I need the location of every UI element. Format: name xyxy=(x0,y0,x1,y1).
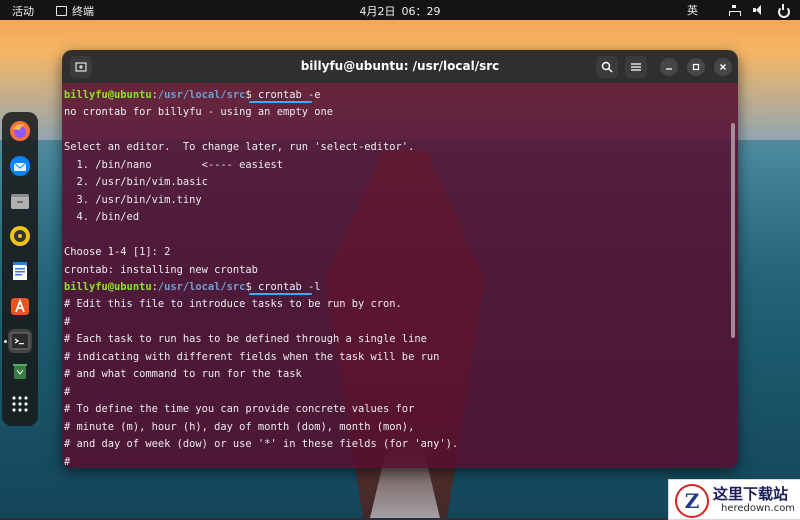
output-line: 2. /usr/bin/vim.basic xyxy=(64,176,208,188)
prompt-line-2: billyfu@ubuntu:/usr/local/src$ crontab -… xyxy=(64,280,321,294)
terminal-scrollbar[interactable] xyxy=(731,123,735,338)
output-line: Choose 1-4 [1]: 2 xyxy=(64,246,171,258)
prompt-user: billyfu@ubuntu xyxy=(64,281,152,293)
maximize-button[interactable] xyxy=(687,58,705,76)
input-method-indicator[interactable]: 英 xyxy=(687,2,698,18)
terminal-headerbar: billyfu@ubuntu: /usr/local/src xyxy=(62,50,738,83)
dock xyxy=(2,112,38,426)
maximize-icon xyxy=(692,63,700,71)
close-button[interactable] xyxy=(714,58,732,76)
show-apps-icon[interactable] xyxy=(8,392,32,416)
command-highlight-1 xyxy=(249,101,312,103)
command-highlight-2 xyxy=(249,293,312,295)
close-icon xyxy=(720,64,726,70)
crontab-line: # xyxy=(64,386,71,398)
network-icon[interactable] xyxy=(728,4,741,16)
thunderbird-icon[interactable] xyxy=(8,154,32,178)
output-line: no crontab for billyfu - using an empty … xyxy=(64,106,333,118)
power-icon[interactable] xyxy=(776,4,790,18)
watermark-logo: Z xyxy=(675,484,709,518)
crontab-line: # Edit this file to introduce tasks to b… xyxy=(64,298,402,310)
terminal-running-indicator xyxy=(4,340,7,343)
firefox-icon[interactable] xyxy=(8,119,32,143)
trash-icon[interactable] xyxy=(8,359,32,383)
libreoffice-writer-icon[interactable] xyxy=(8,259,32,283)
minimize-button[interactable] xyxy=(660,58,678,76)
crontab-line: # xyxy=(64,456,71,468)
search-button[interactable] xyxy=(596,56,618,78)
clock-date: 4月2日 xyxy=(359,5,396,18)
files-icon[interactable] xyxy=(8,189,32,213)
terminal-icon[interactable] xyxy=(8,329,32,353)
hamburger-icon xyxy=(631,63,641,71)
menu-button[interactable] xyxy=(625,56,647,78)
output-line: Select an editor. To change later, run '… xyxy=(64,141,415,153)
watermark-en-text: heredown.com xyxy=(721,503,796,514)
minimize-icon xyxy=(666,68,672,70)
terminal-window: billyfu@ubuntu: /usr/local/src billyfu@u… xyxy=(62,50,738,468)
watermark-cn-text: 这里下载站 xyxy=(713,485,789,503)
rhythmbox-icon[interactable] xyxy=(8,224,32,248)
crontab-line: # indicating with different fields when … xyxy=(64,351,440,363)
crontab-line: # xyxy=(64,316,71,328)
crontab-line: # To define the time you can provide con… xyxy=(64,403,415,415)
terminal-output[interactable]: billyfu@ubuntu:/usr/local/src$ crontab -… xyxy=(62,83,738,468)
prompt-path: /usr/local/src xyxy=(157,89,246,101)
clock-time: 06：29 xyxy=(401,5,441,18)
crontab-line: # minute (m), hour (h), day of month (do… xyxy=(64,421,415,433)
watermark: Z 这里下载站 heredown.com xyxy=(668,479,800,520)
prompt-line-1: billyfu@ubuntu:/usr/local/src$ crontab -… xyxy=(64,88,321,102)
prompt-user: billyfu@ubuntu xyxy=(64,89,152,101)
clock-button[interactable]: 4月2日 06：29 xyxy=(0,3,800,19)
output-line: 4. /bin/ed xyxy=(64,211,140,223)
prompt-dollar: $ xyxy=(245,281,258,293)
volume-icon[interactable] xyxy=(752,4,764,16)
output-line: crontab: installing new crontab xyxy=(64,264,258,276)
prompt-path: /usr/local/src xyxy=(157,281,246,293)
crontab-line: # Each task to run has to be defined thr… xyxy=(64,333,427,345)
system-tray: 英 xyxy=(687,2,790,18)
search-icon xyxy=(601,61,613,73)
output-line: 1. /bin/nano <---- easiest xyxy=(64,159,283,171)
app-center-icon[interactable] xyxy=(8,294,32,318)
prompt-dollar: $ xyxy=(245,89,258,101)
crontab-line: # and day of week (dow) or use '*' in th… xyxy=(64,438,459,450)
top-bar: 活动 终端 4月2日 06：29 英 xyxy=(0,0,800,20)
command-text: crontab -e xyxy=(257,89,321,101)
command-text: crontab -l xyxy=(257,281,321,293)
output-line: 3. /usr/bin/vim.tiny xyxy=(64,194,202,206)
crontab-line: # and what command to run for the task xyxy=(64,368,302,380)
